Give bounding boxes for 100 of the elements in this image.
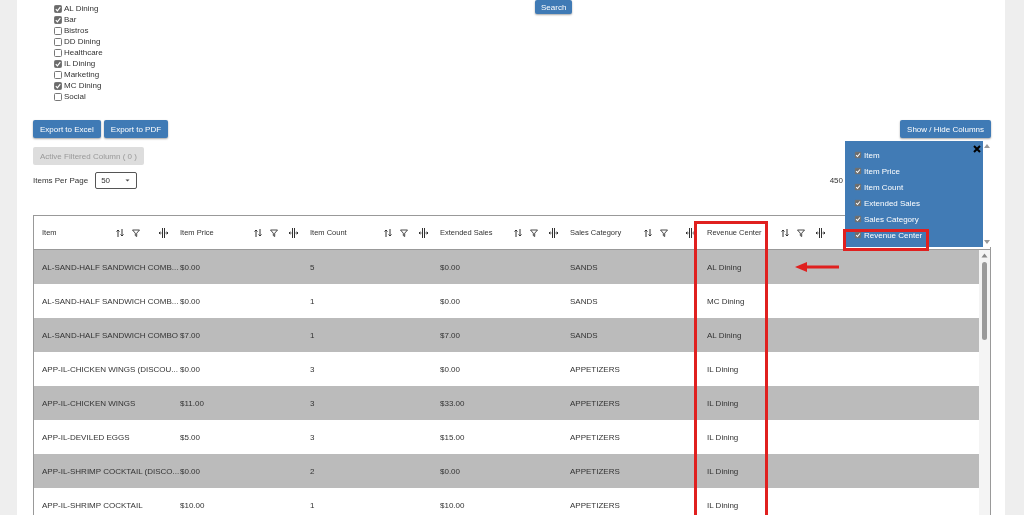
table-cell: $0.00	[440, 296, 461, 306]
table-cell: $10.00	[440, 500, 465, 510]
table-cell: $15.00	[440, 432, 465, 442]
table-cell: AL Dining	[707, 330, 742, 340]
table-cell: 1	[310, 296, 315, 306]
checkbox[interactable]	[54, 48, 62, 57]
table-cell: AL-SAND-HALF SANDWICH COMBO	[42, 330, 178, 340]
table-cell: APP-IL-CHICKEN WINGS (DISCOU...	[42, 364, 178, 374]
table-cell: $33.00	[440, 398, 465, 408]
checkbox[interactable]	[54, 26, 62, 35]
close-icon[interactable]	[973, 145, 981, 153]
table-cell: APP-IL-CHICKEN WINGS	[42, 398, 136, 408]
checkbox[interactable]	[54, 15, 62, 24]
sort-icon	[781, 228, 789, 237]
items-per-page-select[interactable]: 50	[95, 172, 138, 189]
checkbox-label: IL Dining	[64, 59, 96, 68]
filter-icon	[270, 228, 278, 237]
checkbox[interactable]	[54, 92, 62, 101]
filter-icon	[132, 228, 140, 237]
table-cell: MC Dining	[707, 296, 745, 306]
search-button[interactable]: Search	[535, 0, 573, 14]
table-cell: 3	[310, 398, 315, 408]
table-cell: $0.00	[440, 262, 461, 272]
column-resize-icon	[549, 227, 558, 238]
menu-item-label[interactable]: Item Count	[864, 182, 904, 192]
column-resize-icon	[686, 227, 695, 238]
column-resize-icon	[816, 227, 825, 238]
scroll-down-icon	[984, 240, 990, 244]
checkbox[interactable]	[854, 231, 862, 239]
table-cell: 3	[310, 364, 315, 374]
table-cell: 2	[310, 466, 315, 476]
checkbox[interactable]	[854, 199, 862, 207]
table-cell: $7.00	[180, 330, 201, 340]
filter-icon	[530, 228, 538, 237]
table-cell: $0.00	[180, 262, 201, 272]
export-button[interactable]: Export to Excel	[33, 120, 101, 138]
table-cell: $10.00	[180, 500, 205, 510]
menu-item-label[interactable]: Revenue Center	[864, 230, 923, 240]
checkbox-label: Healthcare	[64, 48, 103, 57]
checkbox[interactable]	[54, 70, 62, 79]
export-button[interactable]: Export to PDF	[103, 120, 169, 138]
sort-icon	[116, 228, 124, 237]
table-cell: AL Dining	[707, 262, 742, 272]
checkbox[interactable]	[54, 59, 62, 68]
table-cell: AL-SAND-HALF SANDWICH COMB...	[42, 262, 179, 272]
filter-icon	[660, 228, 668, 237]
caret-icon	[125, 179, 131, 182]
table-cell: $0.00	[180, 296, 201, 306]
scrollbar[interactable]	[979, 250, 990, 515]
checkbox[interactable]	[854, 151, 862, 159]
column-resize-icon	[159, 227, 168, 238]
checkbox-label: Social	[64, 92, 86, 101]
table-cell: APPETIZERS	[570, 398, 620, 408]
checkbox[interactable]	[54, 4, 62, 13]
table-cell: APPETIZERS	[570, 432, 620, 442]
checkbox-label: DD Dining	[64, 37, 101, 46]
show-hide-columns-button[interactable]: Show / Hide Columns	[900, 120, 991, 138]
table-cell: 3	[310, 432, 315, 442]
checkbox-label: Bar	[64, 15, 77, 24]
sort-icon	[254, 228, 262, 237]
checkbox[interactable]	[54, 81, 62, 90]
filter-icon	[400, 228, 408, 237]
checkbox[interactable]	[854, 183, 862, 191]
table-cell: APPETIZERS	[570, 500, 620, 510]
table-cell: SANDS	[570, 296, 598, 306]
menu-item-label[interactable]: Extended Sales	[864, 198, 921, 208]
table-cell: $0.00	[180, 364, 201, 374]
table-cell: SANDS	[570, 330, 598, 340]
checkbox-label: AL Dining	[64, 4, 99, 13]
table-cell: $7.00	[440, 330, 461, 340]
scroll-up-icon	[981, 253, 988, 258]
arrow	[795, 262, 839, 272]
column-resize-icon	[289, 227, 298, 238]
menu-item-label[interactable]: Item	[864, 150, 880, 160]
table-cell: APP-IL-SHRIMP COCKTAIL (DISCO...	[42, 466, 180, 476]
checkbox[interactable]	[854, 215, 862, 223]
table-cell: $0.00	[440, 364, 461, 374]
checkbox-label: Bistros	[64, 26, 89, 35]
table-cell: APPETIZERS	[570, 364, 620, 374]
table-cell: IL Dining	[707, 500, 739, 510]
menu-item-label[interactable]: Sales Category	[864, 214, 919, 224]
table-cell: IL Dining	[707, 466, 739, 476]
table-cell: APP-IL-DEVILED EGGS	[42, 432, 130, 442]
table-cell: IL Dining	[707, 398, 739, 408]
menu-item-label[interactable]: Item Price	[864, 166, 900, 176]
items-per-page-label: Items Per Page	[33, 176, 89, 185]
checkbox[interactable]	[854, 167, 862, 175]
column-resize-icon	[419, 227, 428, 238]
table-cell: $0.00	[440, 466, 461, 476]
table-cell: IL Dining	[707, 364, 739, 374]
checkbox[interactable]	[54, 37, 62, 46]
table-cell: 5	[310, 262, 315, 272]
table-cell: $0.00	[180, 466, 201, 476]
item-total: 450	[829, 176, 843, 185]
table-cell: AL-SAND-HALF SANDWICH COMB...	[42, 296, 179, 306]
sort-icon	[514, 228, 522, 237]
scroll-up-icon	[984, 144, 990, 148]
sort-icon	[644, 228, 652, 237]
table-cell: APP-IL-SHRIMP COCKTAIL	[42, 500, 143, 510]
sort-icon	[384, 228, 392, 237]
